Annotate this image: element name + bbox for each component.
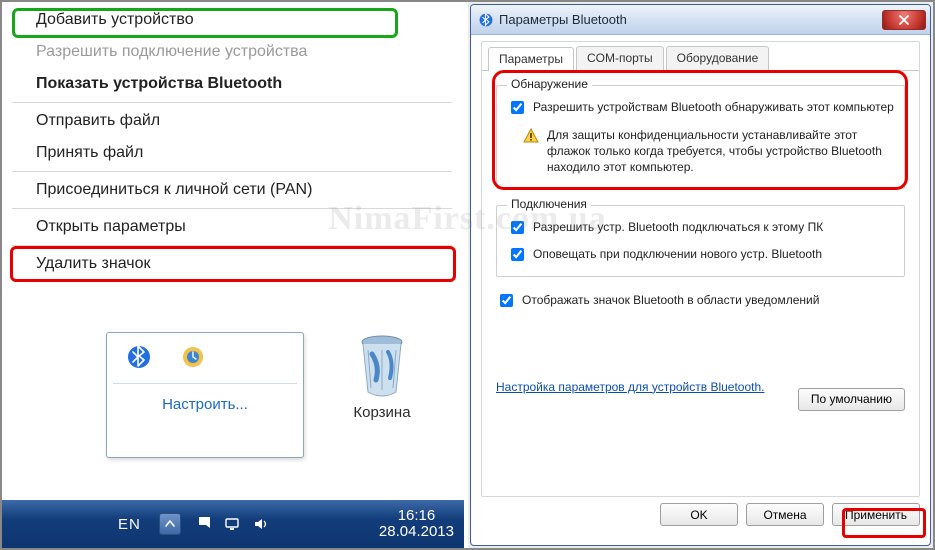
checkbox-allow-connect[interactable] bbox=[511, 221, 524, 234]
group-connections-title: Подключения bbox=[507, 197, 591, 211]
close-button[interactable] bbox=[882, 10, 926, 30]
volume-icon[interactable] bbox=[251, 514, 271, 534]
menu-separator bbox=[12, 208, 452, 209]
update-tray-icon[interactable] bbox=[179, 343, 207, 371]
tray-overflow-button[interactable] bbox=[159, 513, 181, 535]
bluetooth-tray-icon[interactable] bbox=[125, 343, 153, 371]
bluetooth-settings-link[interactable]: Настройка параметров для устройств Bluet… bbox=[496, 380, 765, 394]
titlebar: Параметры Bluetooth bbox=[471, 5, 930, 35]
checkbox-show-tray-icon-label: Отображать значок Bluetooth в области ув… bbox=[522, 293, 819, 307]
menu-separator bbox=[12, 102, 452, 103]
menu-allow-connection: Разрешить подключение устройства bbox=[6, 36, 458, 68]
tray-overflow-popup: Настроить... bbox=[106, 332, 304, 458]
window-title: Параметры Bluetooth bbox=[499, 12, 627, 27]
menu-separator bbox=[12, 171, 452, 172]
menu-join-pan[interactable]: Присоединиться к личной сети (PAN) bbox=[6, 174, 458, 206]
ok-button[interactable]: OK bbox=[660, 503, 738, 526]
annotation-green-highlight bbox=[12, 8, 398, 38]
recycle-bin-icon bbox=[354, 332, 410, 398]
language-indicator[interactable]: EN bbox=[118, 516, 141, 533]
taskbar-clock[interactable]: 16:16 28.04.2013 bbox=[379, 508, 454, 541]
recycle-bin-label: Корзина bbox=[302, 404, 462, 421]
checkbox-show-tray-icon[interactable] bbox=[500, 294, 513, 307]
menu-show-devices[interactable]: Показать устройства Bluetooth bbox=[6, 68, 458, 100]
clock-time: 16:16 bbox=[379, 508, 454, 525]
action-center-icon[interactable] bbox=[195, 514, 215, 534]
tab-parameters[interactable]: Параметры bbox=[488, 47, 574, 71]
tab-hardware[interactable]: Оборудование bbox=[666, 46, 770, 70]
annotation-red-highlight-menu bbox=[10, 246, 456, 282]
left-panel: Добавить устройство Разрешить подключени… bbox=[2, 2, 464, 548]
annotation-red-highlight-apply bbox=[842, 508, 926, 538]
menu-receive-file[interactable]: Принять файл bbox=[6, 137, 458, 169]
cancel-button[interactable]: Отмена bbox=[746, 503, 824, 526]
tab-com-ports[interactable]: COM-порты bbox=[576, 46, 664, 70]
desktop-recycle-bin[interactable]: Корзина bbox=[302, 332, 462, 452]
annotation-red-highlight-discovery bbox=[492, 70, 908, 190]
tab-strip: Параметры COM-порты Оборудование bbox=[482, 42, 919, 71]
bluetooth-icon bbox=[479, 13, 493, 27]
checkbox-notify-new[interactable] bbox=[511, 248, 524, 261]
checkbox-notify-new-label: Оповещать при подключении нового устр. B… bbox=[533, 247, 822, 261]
tray-icons bbox=[195, 514, 271, 534]
checkbox-allow-connect-label: Разрешить устр. Bluetooth подключаться к… bbox=[533, 220, 823, 234]
network-icon[interactable] bbox=[223, 514, 243, 534]
menu-open-settings[interactable]: Открыть параметры bbox=[6, 211, 458, 243]
tray-customize-link[interactable]: Настроить... bbox=[107, 390, 303, 423]
default-button[interactable]: По умолчанию bbox=[798, 388, 905, 411]
clock-date: 28.04.2013 bbox=[379, 524, 454, 541]
group-connections: Подключения Разрешить устр. Bluetooth по… bbox=[496, 205, 905, 277]
menu-send-file[interactable]: Отправить файл bbox=[6, 105, 458, 137]
taskbar: EN 16:16 28.04.2013 bbox=[2, 500, 464, 548]
bluetooth-context-menu: Добавить устройство Разрешить подключени… bbox=[6, 4, 458, 280]
